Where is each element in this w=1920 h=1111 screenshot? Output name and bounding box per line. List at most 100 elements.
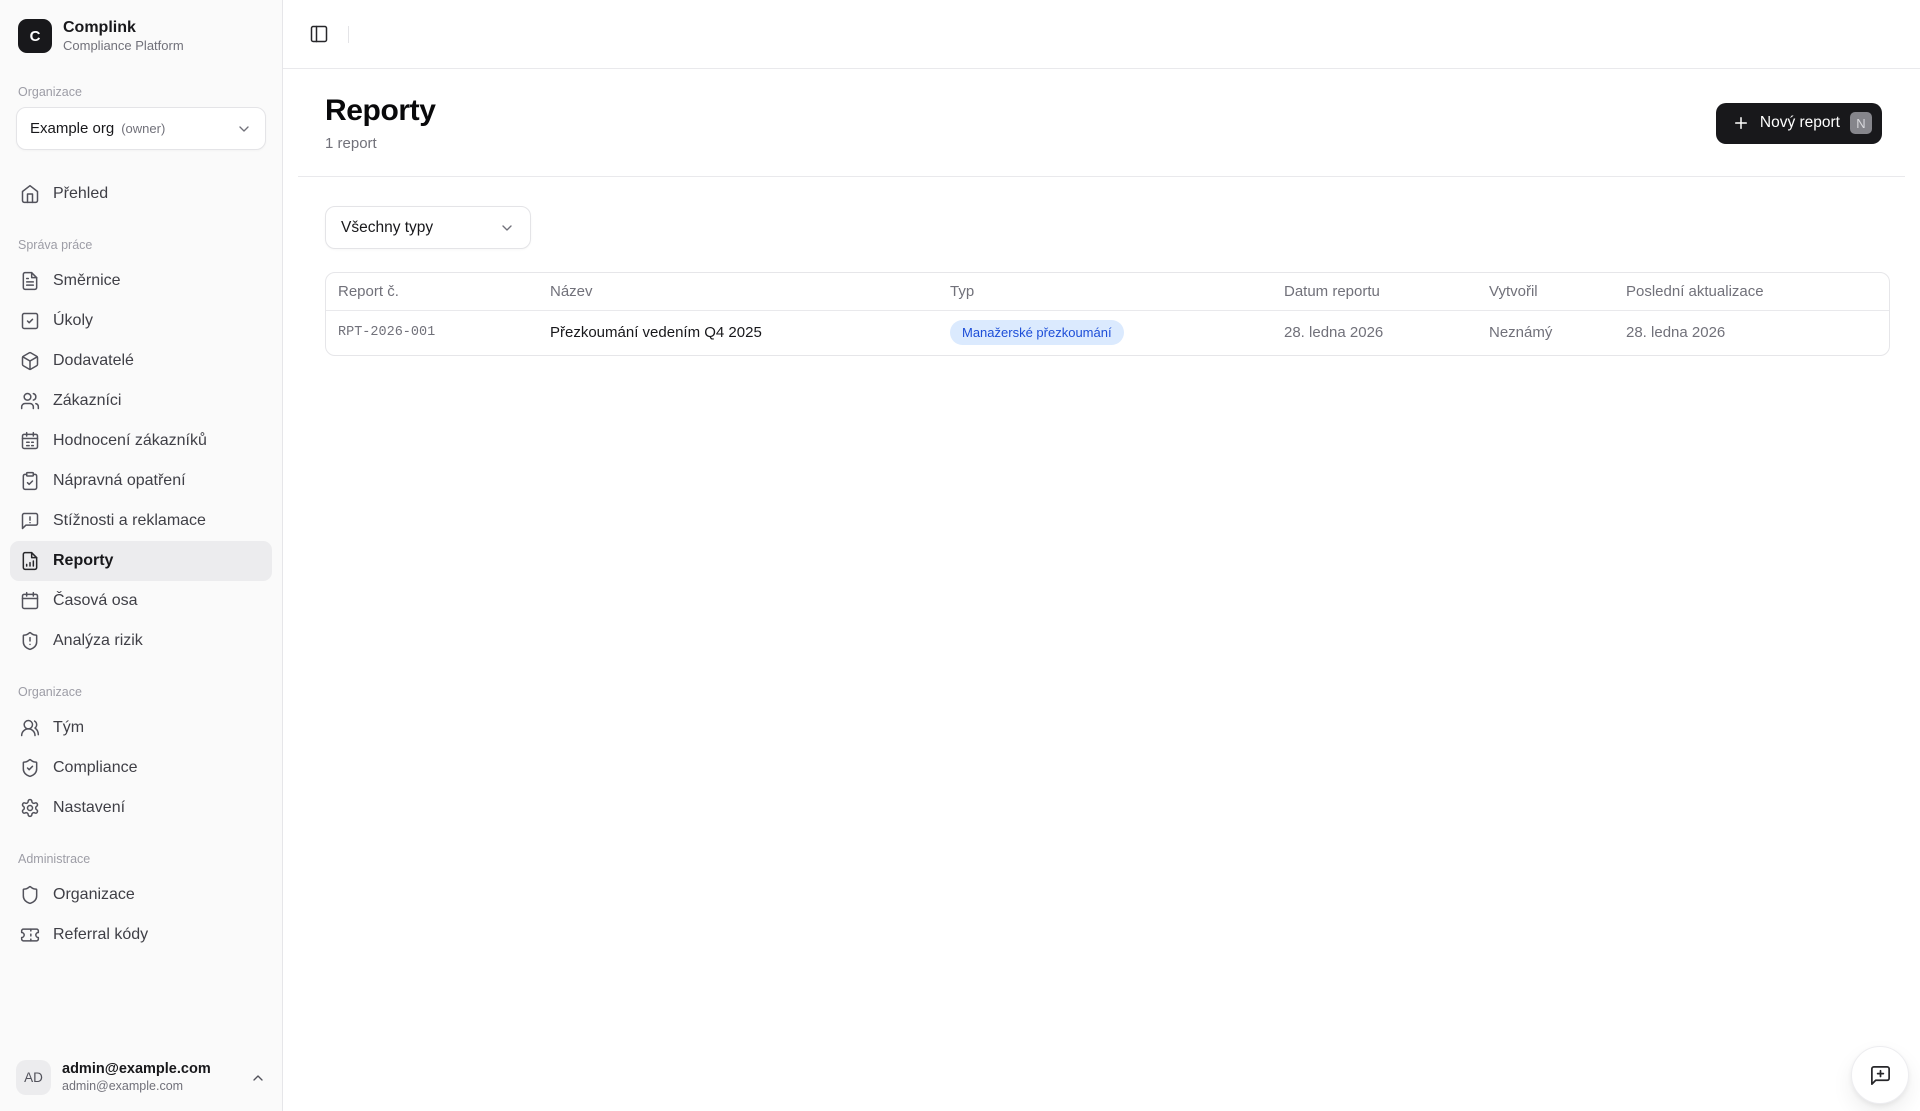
col-created-by: Vytvořil: [1477, 273, 1614, 311]
sidebar-item-label: Reporty: [53, 552, 114, 570]
brand-logo: C: [18, 19, 52, 54]
org-section-label: Organizace: [18, 85, 82, 100]
sidebar-item-compliance[interactable]: Compliance: [10, 748, 272, 788]
plus-icon: [1732, 114, 1750, 132]
package-icon: [20, 351, 40, 371]
sidebar-item-label: Nastavení: [53, 799, 126, 817]
sidebar-item-tym[interactable]: Tým: [10, 708, 272, 748]
sidebar-item-label: Dodavatelé: [53, 352, 134, 370]
chevron-down-icon: [499, 220, 515, 236]
message-square-warning-icon: [20, 511, 40, 531]
org-role: (owner): [121, 121, 166, 137]
type-badge: Manažerské přezkoumání: [950, 320, 1124, 346]
calendar-icon: [20, 591, 40, 611]
sidebar-item-organizace-admin[interactable]: Organizace: [10, 875, 272, 915]
sidebar-nav: Přehled Správa práce Směrnice Úkoly Doda…: [10, 174, 272, 955]
col-name: Název: [538, 273, 938, 311]
settings-icon: [20, 798, 40, 818]
topbar: [283, 0, 1920, 69]
users-round-icon: [20, 718, 40, 738]
sidebar-item-label: Stížnosti a reklamace: [53, 512, 206, 530]
page-header: Reporty 1 report Nový report N: [283, 69, 1920, 176]
file-text-icon: [20, 271, 40, 291]
shortcut-key-badge: N: [1850, 112, 1872, 134]
square-check-icon: [20, 311, 40, 331]
file-chart-icon: [20, 551, 40, 571]
sidebar: C Complink Compliance Platform Organizac…: [0, 0, 283, 1111]
sidebar-item-label: Nápravná opatření: [53, 472, 186, 490]
nav-group-label: Administrace: [18, 852, 91, 867]
main-area: Reporty 1 report Nový report N Všechny t…: [283, 0, 1920, 1111]
sidebar-item-label: Organizace: [53, 886, 135, 904]
nav-group-label: Organizace: [18, 685, 82, 700]
sidebar-item-prehled[interactable]: Přehled: [10, 174, 272, 214]
sidebar-item-label: Hodnocení zákazníků: [53, 432, 207, 450]
sidebar-item-label: Tým: [53, 719, 85, 737]
calendar-days-icon: [20, 431, 40, 451]
sidebar-item-napravna-opatreni[interactable]: Nápravná opatření: [10, 461, 272, 501]
avatar: AD: [16, 1060, 51, 1095]
sidebar-item-stiznosti[interactable]: Stížnosti a reklamace: [10, 501, 272, 541]
brand-tagline: Compliance Platform: [63, 38, 184, 53]
sidebar-item-ukoly[interactable]: Úkoly: [10, 301, 272, 341]
nav-group-label: Správa práce: [18, 238, 93, 253]
clipboard-check-icon: [20, 471, 40, 491]
user-name: admin@example.com: [62, 1061, 211, 1078]
sidebar-item-smernice[interactable]: Směrnice: [10, 261, 272, 301]
table-header-row: Report č. Název Typ Datum reportu Vytvoř…: [326, 273, 1889, 311]
sidebar-item-label: Časová osa: [53, 592, 138, 610]
report-date: 28. ledna 2026: [1284, 324, 1384, 342]
sidebar-item-nastaveni[interactable]: Nastavení: [10, 788, 272, 828]
sidebar-item-zakaznici[interactable]: Zákazníci: [10, 381, 272, 421]
house-icon: [20, 184, 40, 204]
sidebar-item-hodnoceni-zakazniku[interactable]: Hodnocení zákazníků: [10, 421, 272, 461]
chevron-down-icon: [236, 121, 252, 137]
sidebar-item-label: Úkoly: [53, 312, 94, 330]
sidebar-item-label: Analýza rizik: [53, 632, 143, 650]
type-filter-select[interactable]: Všechny typy: [325, 206, 531, 249]
col-last-updated: Poslední aktualizace: [1614, 273, 1889, 311]
shield-check-icon: [20, 758, 40, 778]
message-square-plus-icon: [1869, 1064, 1892, 1087]
sidebar-item-referral-kody[interactable]: Referral kódy: [10, 915, 272, 955]
panel-left-icon: [309, 24, 329, 44]
new-report-button[interactable]: Nový report N: [1715, 102, 1882, 144]
sidebar-item-dodavatele[interactable]: Dodavatelé: [10, 341, 272, 381]
report-number: RPT-2026-001: [338, 325, 436, 341]
created-by: Neznámý: [1489, 324, 1553, 342]
user-menu[interactable]: AD admin@example.com admin@example.com: [10, 1055, 272, 1095]
shield-icon: [20, 885, 40, 905]
sidebar-item-label: Přehled: [53, 185, 109, 203]
reports-table: Report č. Název Typ Datum reportu Vytvoř…: [325, 272, 1890, 356]
shield-alert-icon: [20, 631, 40, 651]
chevron-up-icon: [250, 1070, 266, 1086]
sidebar-item-label: Směrnice: [53, 272, 121, 290]
feedback-chat-button[interactable]: [1851, 1046, 1909, 1104]
org-name: Example org: [30, 120, 115, 138]
last-updated: 28. ledna 2026: [1626, 324, 1726, 342]
content: Všechny typy Report č. Název Typ Datum r…: [283, 177, 1920, 356]
page-title: Reporty: [325, 94, 436, 127]
sidebar-item-label: Zákazníci: [53, 392, 122, 410]
report-name: Přezkoumání vedením Q4 2025: [550, 324, 762, 342]
sidebar-toggle-button[interactable]: [305, 20, 333, 48]
users-icon: [20, 391, 40, 411]
ticket-icon: [20, 925, 40, 945]
sidebar-item-analyza-rizik[interactable]: Analýza rizik: [10, 621, 272, 661]
sidebar-item-casova-osa[interactable]: Časová osa: [10, 581, 272, 621]
user-email: admin@example.com: [62, 1079, 184, 1094]
col-report-date: Datum reportu: [1272, 273, 1477, 311]
topbar-divider: [348, 25, 349, 43]
col-type: Typ: [938, 273, 1272, 311]
new-report-label: Nový report: [1759, 114, 1840, 131]
brand-name: Complink: [63, 19, 136, 36]
table-row[interactable]: RPT-2026-001 Přezkoumání vedením Q4 2025…: [326, 310, 1889, 355]
report-count: 1 report: [325, 135, 377, 152]
brand: C Complink Compliance Platform: [10, 14, 272, 58]
org-switcher[interactable]: Example org (owner): [16, 107, 266, 151]
type-filter-value: Všechny typy: [341, 218, 434, 236]
sidebar-item-label: Referral kódy: [53, 926, 149, 944]
col-report-number: Report č.: [326, 273, 538, 311]
sidebar-item-reporty[interactable]: Reporty: [10, 541, 272, 582]
sidebar-item-label: Compliance: [53, 759, 138, 777]
